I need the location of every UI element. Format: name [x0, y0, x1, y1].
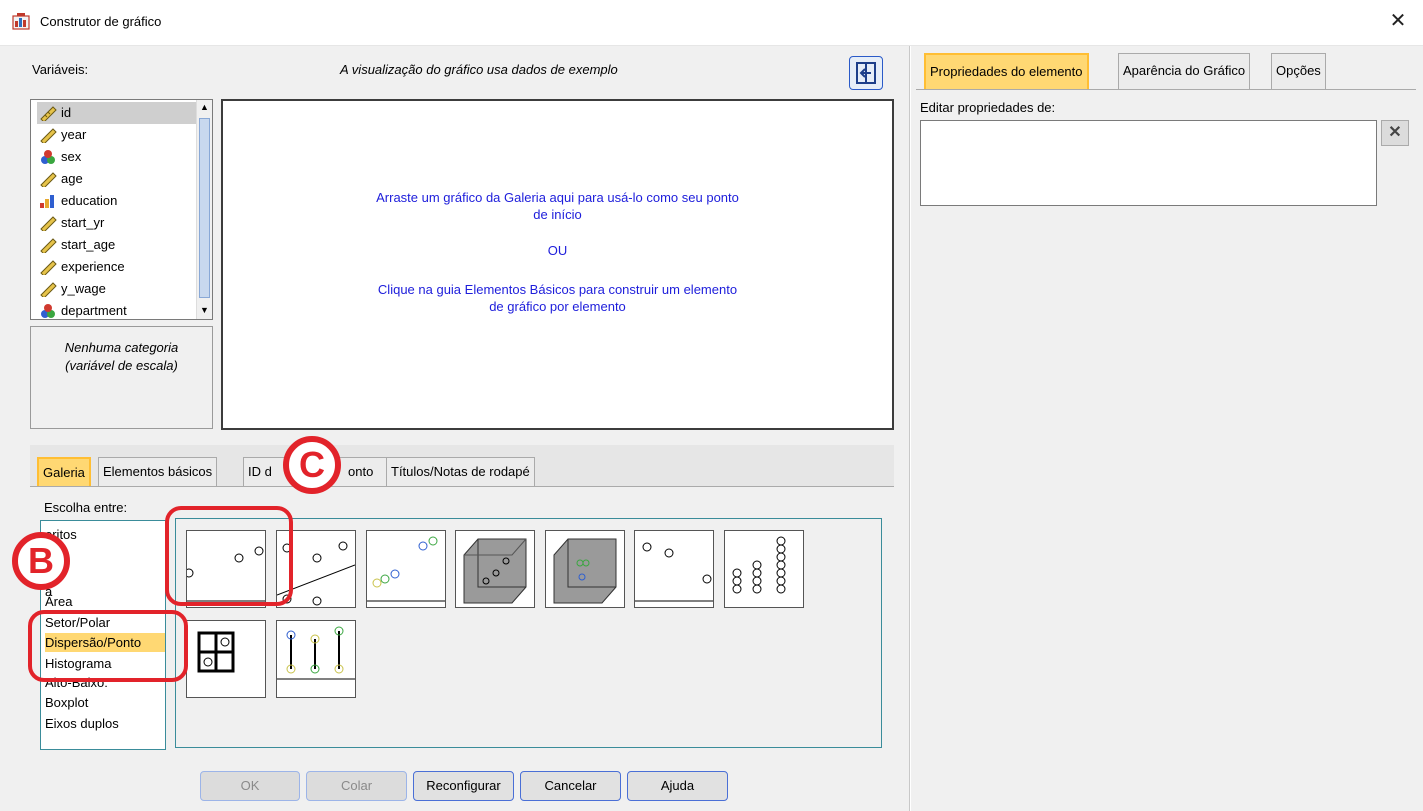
export-icon [856, 62, 876, 84]
edit-properties-label: Editar propriedades de: [920, 100, 1056, 115]
canvas-message-or: OU [547, 243, 568, 258]
variable-item[interactable]: id [37, 102, 197, 124]
summary-point-thumbnail[interactable] [634, 530, 714, 608]
chart-builder-icon [12, 13, 30, 30]
tab-chart-appearance[interactable]: Aparência do Gráfico [1118, 53, 1251, 89]
variable-item[interactable]: year [37, 124, 197, 146]
variable-item[interactable]: start_yr [37, 212, 197, 234]
title-bar: Construtor de gráfico ✕ [0, 0, 1423, 46]
variable-item[interactable]: education [37, 190, 197, 212]
category-note-line2: (variável de escala) [65, 358, 178, 373]
drop-line-thumbnail[interactable] [276, 620, 356, 698]
category-note-line1: Nenhuma categoria [64, 340, 179, 355]
3d-scatter-icon [463, 538, 527, 604]
paste-button[interactable]: Colar [306, 771, 407, 801]
nominal-icon [41, 304, 55, 318]
window-title: Construtor de gráfico [40, 14, 162, 29]
chart-canvas[interactable]: Arraste um gráfico da Galeria aqui para … [221, 99, 894, 430]
grouped-scatter-thumbnail[interactable] [366, 530, 446, 608]
tab-groups-text: ID d [248, 464, 272, 479]
reset-button[interactable]: Reconfigurar [413, 771, 514, 801]
tab-titles-footnotes[interactable]: Títulos/Notas de rodapé [386, 457, 535, 487]
cancel-button[interactable]: Cancelar [520, 771, 621, 801]
variable-name: y_wage [61, 281, 106, 296]
choose-label: Escolha entre: [44, 500, 128, 515]
delete-x-icon: ✕ [1388, 124, 1402, 141]
canvas-message-line4: de gráfico por elemento [489, 299, 626, 314]
highlight-b-box [28, 610, 188, 682]
variable-name: department [61, 303, 127, 318]
variable-name: id [61, 105, 72, 120]
variable-item[interactable]: y_wage [37, 278, 197, 300]
pane-splitter[interactable] [909, 46, 911, 811]
variable-item[interactable]: experience [37, 256, 197, 278]
canvas-message-line3: Clique na guia Elementos Básicos para co… [377, 282, 738, 297]
variable-name: experience [61, 259, 125, 274]
variable-name: age [61, 171, 83, 186]
category-info-box: Nenhuma categoria (variável de escala) [30, 326, 213, 429]
tab-gallery[interactable]: Galeria [37, 457, 91, 487]
variable-item[interactable]: age [37, 168, 197, 190]
annotation-b-badge: B [12, 532, 70, 590]
scale-ruler-icon [40, 260, 57, 275]
tab-divider [916, 89, 1416, 90]
tab-basic-elements[interactable]: Elementos básicos [98, 457, 218, 487]
dot-plot-icon [732, 536, 786, 594]
nominal-icon [41, 150, 55, 164]
edit-properties-list[interactable] [920, 120, 1377, 206]
chart-type-item[interactable]: Boxplot [45, 693, 165, 712]
variables-scrollbar[interactable]: ▲ ▼ [196, 100, 212, 319]
variable-name: year [61, 127, 87, 142]
variable-item[interactable]: department [37, 300, 197, 318]
scroll-up-icon[interactable]: ▲ [198, 101, 211, 114]
help-button[interactable]: Ajuda [627, 771, 728, 801]
scatter-matrix-thumbnail[interactable] [186, 620, 266, 698]
canvas-message-line1: Arraste um gráfico da Galeria aqui para … [376, 190, 739, 205]
highlight-c-box [165, 506, 293, 606]
drop-line-icon [277, 626, 355, 680]
scale-ruler-icon [40, 238, 57, 253]
tab-options[interactable]: Opções [1271, 53, 1326, 89]
export-button[interactable] [849, 56, 883, 90]
scale-ruler-icon [40, 106, 57, 121]
tab-element-properties[interactable]: Propriedades do elemento [924, 53, 1089, 89]
tab-groups-text-tail: onto [348, 464, 374, 479]
annotation-c-badge: C [283, 436, 341, 494]
scale-ruler-icon [40, 216, 57, 231]
delete-element-button[interactable]: ✕ [1381, 120, 1409, 146]
canvas-message-line2: de início [533, 207, 582, 222]
scatter-matrix-icon [197, 631, 235, 673]
scale-ruler-icon [40, 172, 57, 187]
grouped-3d-scatter-thumbnail[interactable] [545, 530, 625, 608]
chart-type-item[interactable]: Eixos duplos [45, 714, 165, 733]
scroll-thumb[interactable] [199, 118, 210, 298]
variables-list[interactable]: id year sex age education start_yr start… [30, 99, 213, 320]
scale-ruler-icon [40, 282, 57, 297]
variable-item[interactable]: sex [37, 146, 197, 168]
variable-name: start_age [61, 237, 116, 252]
variable-name: start_yr [61, 215, 105, 230]
summary-point-icon [635, 542, 713, 602]
scale-ruler-icon [40, 128, 57, 143]
variable-name: education [61, 193, 118, 208]
ordinal-icon [40, 195, 54, 208]
dot-plot-thumbnail[interactable] [724, 530, 804, 608]
variable-item[interactable]: start_age [37, 234, 197, 256]
3d-scatter-thumbnail[interactable] [455, 530, 535, 608]
chart-type-item[interactable]: Área [45, 592, 165, 611]
scroll-down-icon[interactable]: ▼ [198, 304, 211, 317]
grouped-scatter-icon [367, 536, 445, 602]
variables-label: Variáveis: [32, 62, 89, 77]
grouped-3d-scatter-icon [553, 538, 617, 604]
preview-note: A visualização do gráfico usa dados de e… [340, 62, 618, 77]
close-icon[interactable]: ✕ [1386, 10, 1410, 34]
ok-button[interactable]: OK [200, 771, 300, 801]
variable-name: sex [61, 149, 82, 164]
